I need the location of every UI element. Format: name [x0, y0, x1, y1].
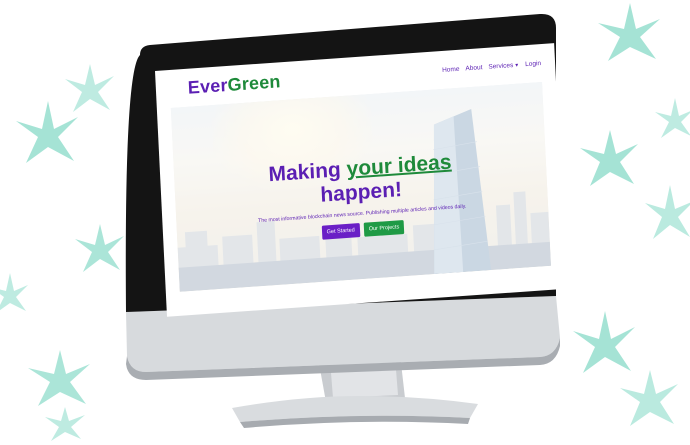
nav-links: Home About Services▼ Login	[442, 60, 541, 74]
website-screen: EverGreen Home About Services▼ Login Mak…	[155, 43, 567, 317]
nav-services-label: Services	[488, 61, 514, 71]
nav-home[interactable]: Home	[442, 65, 460, 73]
chevron-down-icon: ▼	[514, 62, 520, 69]
brand-name-part1: Ever	[187, 74, 229, 98]
hero-title-part2: happen!	[319, 178, 403, 207]
get-started-button[interactable]: Get Started	[321, 223, 361, 240]
desktop-monitor: EverGreen Home About Services▼ Login Mak…	[0, 0, 690, 438]
brand-logo[interactable]: EverGreen	[187, 71, 281, 98]
nav-login[interactable]: Login	[525, 60, 541, 68]
brand-name-part2: Green	[227, 70, 281, 95]
hero-section: Making your ideas happen! The most infor…	[170, 82, 551, 292]
nav-services[interactable]: Services▼	[488, 61, 519, 70]
our-projects-button[interactable]: Our Projects	[363, 219, 405, 237]
nav-about[interactable]: About	[465, 64, 482, 72]
